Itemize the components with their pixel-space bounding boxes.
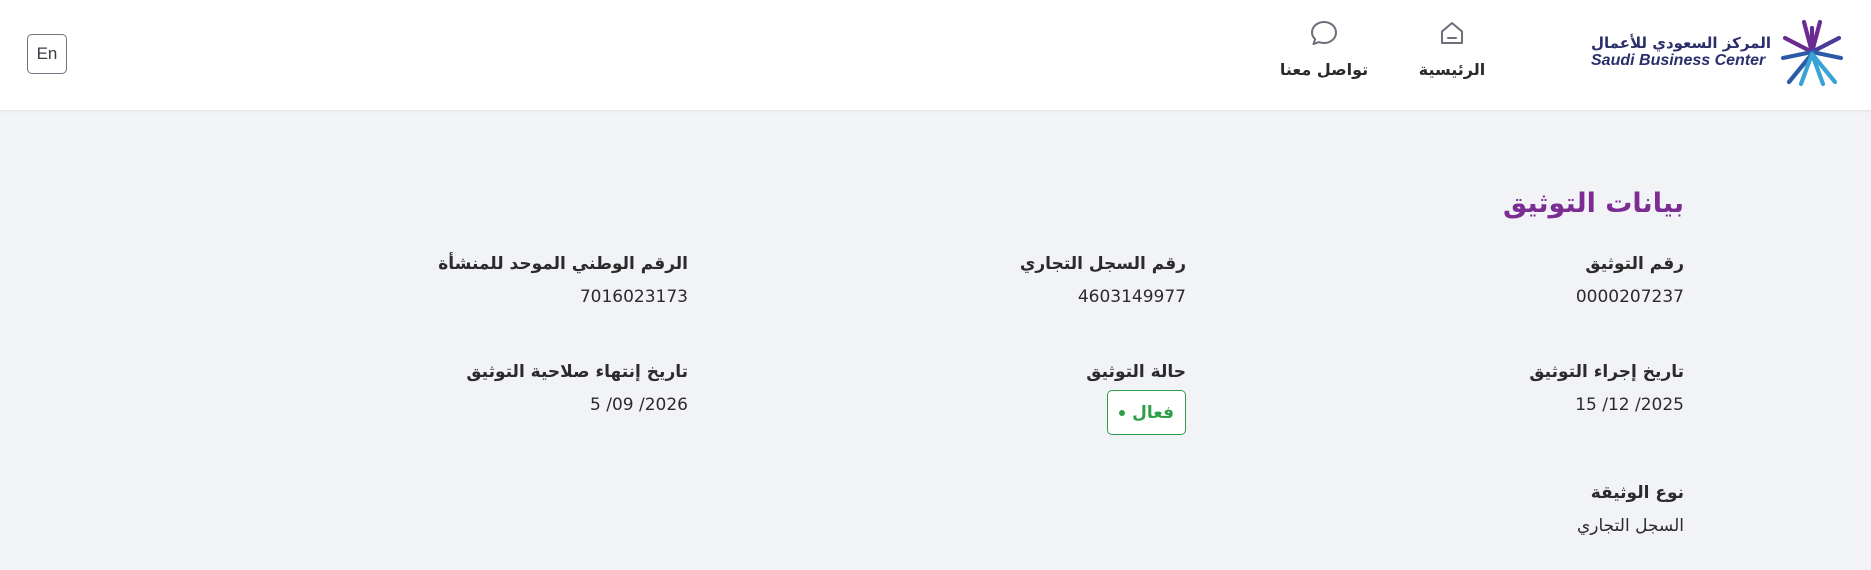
nav-contact-label: تواصل معنا	[1279, 60, 1369, 79]
nav-contact-us[interactable]: تواصل معنا	[1259, 18, 1389, 88]
field-unified-national-number: الرقم الوطني الموحد للمنشأة 7016023173	[438, 254, 688, 307]
chat-bubble-icon	[1311, 21, 1337, 45]
nav-home[interactable]: الرئيسية	[1397, 18, 1507, 88]
field-commercial-register-number: رقم السجل التجاري 4603149977	[1020, 254, 1186, 307]
field-value: 7016023173	[579, 287, 688, 307]
nav-home-label: الرئيسية	[1418, 60, 1486, 79]
logo-text: المركز السعودي للأعمال Saudi Business Ce…	[1591, 33, 1771, 71]
field-document-type: نوع الوثيقة السجل التجاري	[1577, 483, 1684, 536]
field-authentication-status: حالة التوثيق فعال	[1086, 362, 1186, 435]
logo-name-arabic: المركز السعودي للأعمال	[1591, 33, 1771, 52]
field-value: 15 /12 /2025	[1575, 395, 1684, 415]
field-value: 5 /09 /2026	[590, 395, 688, 415]
field-label: نوع الوثيقة	[1590, 483, 1684, 503]
status-badge: فعال	[1107, 390, 1186, 435]
status-dot-icon	[1119, 409, 1126, 416]
field-label: تاريخ إنتهاء صلاحية التوثيق	[466, 362, 688, 382]
field-label: رقم السجل التجاري	[1019, 254, 1186, 274]
logo-name-english: Saudi Business Center	[1591, 52, 1766, 70]
saudi-business-center-logo[interactable]: المركز السعودي للأعمال Saudi Business Ce…	[1591, 18, 1847, 88]
field-value: 0000207237	[1575, 287, 1684, 307]
field-label: حالة التوثيق	[1086, 362, 1186, 382]
field-value: السجل التجاري	[1576, 516, 1684, 536]
field-label: الرقم الوطني الموحد للمنشأة	[438, 254, 688, 274]
field-value: 4603149977	[1077, 287, 1186, 307]
page-title: بيانات التوثيق	[1503, 188, 1684, 219]
field-label: رقم التوثيق	[1585, 254, 1684, 274]
top-header: المركز السعودي للأعمال Saudi Business Ce…	[0, 0, 1871, 111]
sbc-logo-mark-icon	[1780, 19, 1844, 87]
field-expiry-date: تاريخ إنتهاء صلاحية التوثيق 5 /09 /2026	[466, 362, 688, 415]
language-toggle-button[interactable]: En	[27, 34, 67, 74]
field-authentication-date: تاريخ إجراء التوثيق 15 /12 /2025	[1529, 362, 1684, 415]
field-label: تاريخ إجراء التوثيق	[1529, 362, 1684, 382]
status-text: فعال	[1132, 402, 1174, 423]
field-authentication-number: رقم التوثيق 0000207237	[1576, 254, 1684, 307]
home-icon	[1441, 22, 1463, 44]
